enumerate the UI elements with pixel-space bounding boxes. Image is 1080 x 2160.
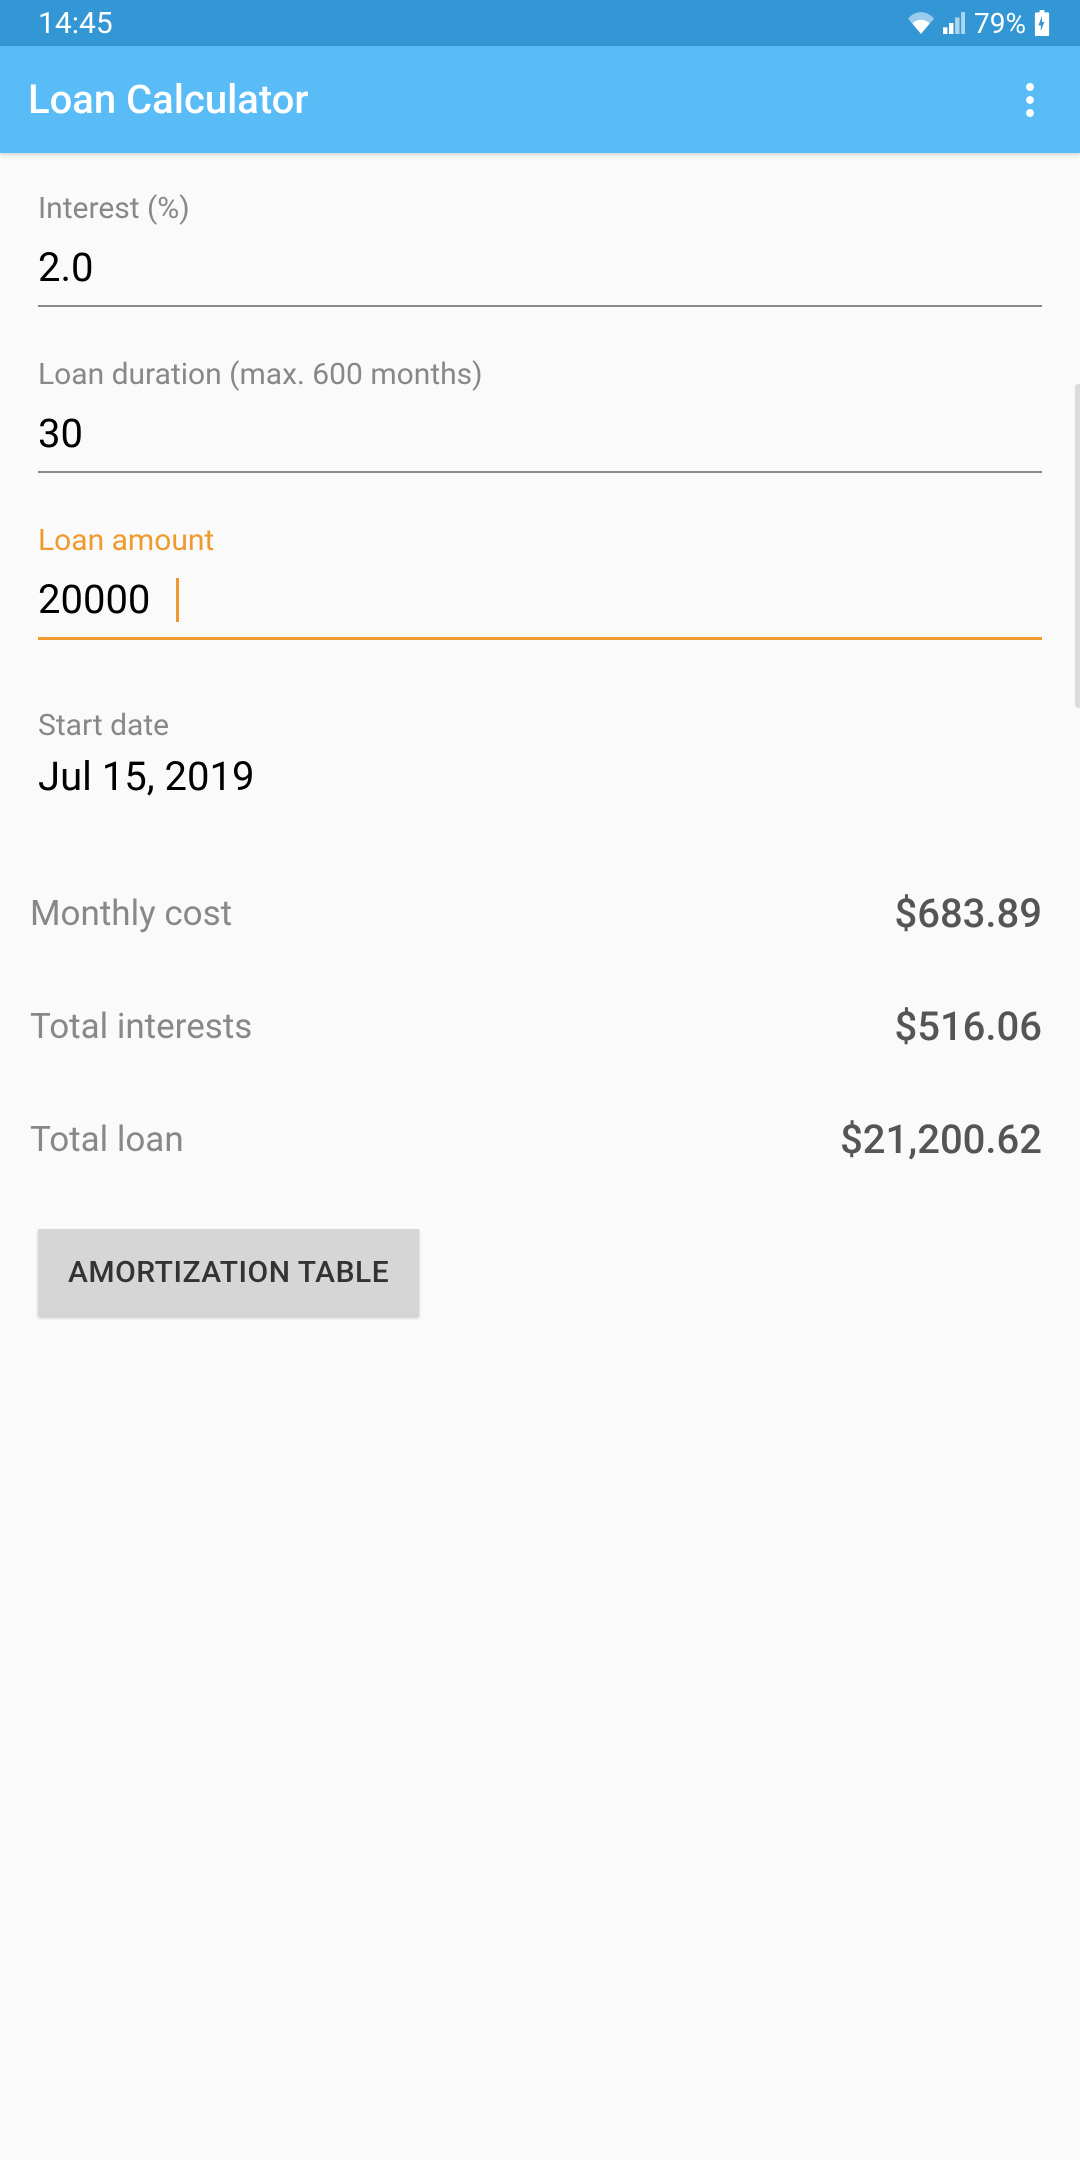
status-bar: 14:45 79%	[0, 0, 1080, 46]
amortization-button[interactable]: AMORTIZATION TABLE	[38, 1229, 419, 1316]
interest-field: Interest (%)	[38, 191, 1042, 307]
total-interests-label: Total interests	[30, 1006, 252, 1047]
battery-percent: 79%	[974, 7, 1026, 40]
start-date-field[interactable]: Start date Jul 15, 2019	[38, 708, 1042, 800]
monthly-cost-row: Monthly cost $683.89	[30, 890, 1042, 937]
total-loan-label: Total loan	[30, 1119, 184, 1160]
total-interests-row: Total interests $516.06	[30, 1003, 1042, 1050]
overflow-menu-button[interactable]	[1008, 78, 1052, 122]
content-area: Interest (%) Loan duration (max. 600 mon…	[0, 153, 1080, 1316]
scroll-indicator[interactable]	[1075, 384, 1080, 708]
total-loan-row: Total loan $21,200.62	[30, 1116, 1042, 1163]
amount-input[interactable]	[38, 576, 1042, 640]
amount-field: Loan amount	[38, 523, 1042, 640]
total-interests-value: $516.06	[894, 1003, 1042, 1050]
status-time: 14:45	[38, 6, 113, 41]
interest-input[interactable]	[38, 244, 1042, 307]
wifi-icon	[908, 12, 934, 34]
signal-icon	[942, 12, 966, 34]
start-date-value: Jul 15, 2019	[38, 753, 1042, 800]
app-title: Loan Calculator	[28, 76, 309, 123]
duration-label: Loan duration (max. 600 months)	[38, 357, 1042, 392]
app-bar: Loan Calculator	[0, 46, 1080, 153]
amount-label: Loan amount	[38, 523, 1042, 558]
status-indicators: 79%	[908, 7, 1050, 40]
battery-icon	[1034, 10, 1050, 36]
duration-input[interactable]	[38, 410, 1042, 473]
total-loan-value: $21,200.62	[840, 1116, 1042, 1163]
text-cursor	[176, 578, 179, 622]
interest-label: Interest (%)	[38, 191, 1042, 226]
monthly-cost-value: $683.89	[894, 890, 1042, 937]
more-vert-icon	[1026, 83, 1034, 117]
results-section: Monthly cost $683.89 Total interests $51…	[30, 852, 1042, 1163]
start-date-label: Start date	[38, 708, 1042, 743]
duration-field: Loan duration (max. 600 months)	[38, 357, 1042, 473]
monthly-cost-label: Monthly cost	[30, 893, 232, 934]
